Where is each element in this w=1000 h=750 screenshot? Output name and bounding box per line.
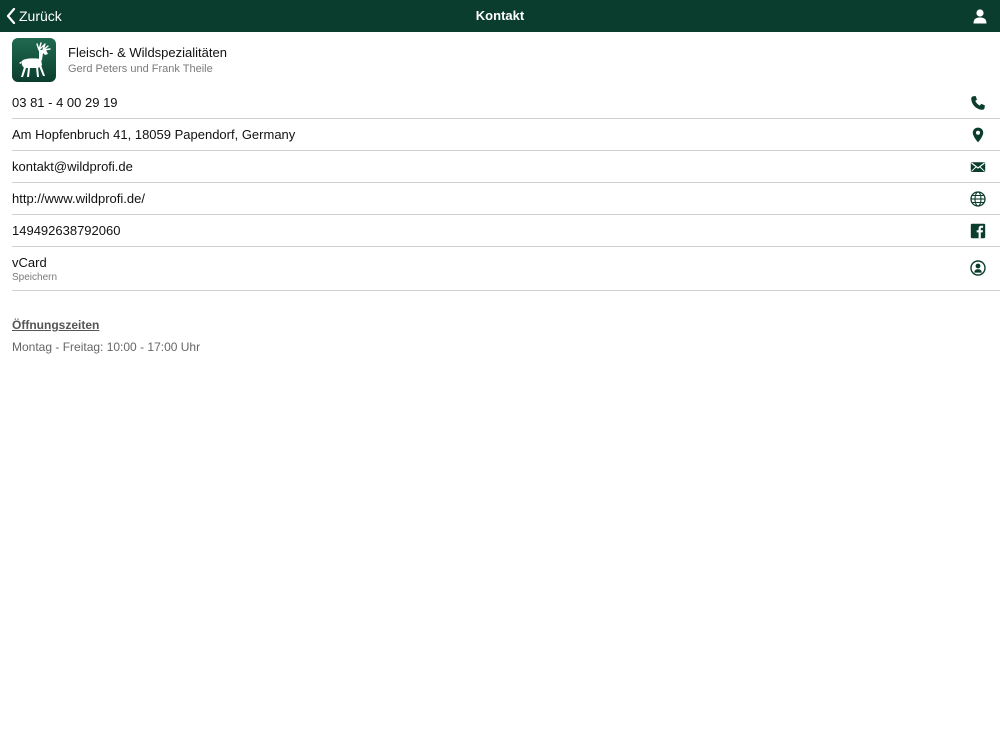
- contact-row-website[interactable]: http://www.wildprofi.de/: [12, 183, 1000, 215]
- vcard-label: vCard: [12, 255, 47, 270]
- email-address: kontakt@wildprofi.de: [12, 159, 133, 174]
- opening-hours-section: Öffnungszeiten Montag - Freitag: 10:00 -…: [12, 318, 200, 354]
- contact-row-vcard[interactable]: vCard Speichern: [12, 247, 1000, 291]
- page-title: Kontakt: [475, 8, 525, 23]
- contact-row-phone[interactable]: 03 81 - 4 00 29 19: [12, 87, 1000, 119]
- opening-hours-title: Öffnungszeiten: [12, 318, 100, 332]
- facebook-id: 149492638792060: [12, 223, 121, 238]
- address-text: Am Hopfenbruch 41, 18059 Papendorf, Germ…: [12, 127, 296, 142]
- phone-number: 03 81 - 4 00 29 19: [12, 95, 118, 110]
- business-name: Fleisch- & Wildspezialitäten: [68, 45, 227, 60]
- contact-row-address[interactable]: Am Hopfenbruch 41, 18059 Papendorf, Germ…: [12, 119, 1000, 151]
- globe-icon: [970, 191, 986, 207]
- user-icon[interactable]: [972, 8, 988, 24]
- contact-row-email[interactable]: kontakt@wildprofi.de: [12, 151, 1000, 183]
- phone-icon: [970, 95, 986, 111]
- website-url: http://www.wildprofi.de/: [12, 191, 145, 206]
- vcard-sublabel: Speichern: [12, 272, 58, 283]
- business-owner: Gerd Peters und Frank Theile: [68, 63, 213, 75]
- business-header: Fleisch- & Wildspezialitäten Gerd Peters…: [12, 38, 988, 84]
- opening-hours-text: Montag - Freitag: 10:00 - 17:00 Uhr: [12, 340, 201, 354]
- navigation-bar: Zurück Kontakt: [0, 0, 1000, 32]
- contact-row-facebook[interactable]: 149492638792060: [12, 215, 1000, 247]
- facebook-icon: [970, 223, 986, 239]
- envelope-icon: [970, 159, 986, 175]
- map-pin-icon: [970, 127, 986, 143]
- contact-card-icon: [970, 260, 986, 276]
- deer-logo: [12, 38, 56, 82]
- contact-list: 03 81 - 4 00 29 19 Am Hopfenbruch 41, 18…: [0, 87, 1000, 291]
